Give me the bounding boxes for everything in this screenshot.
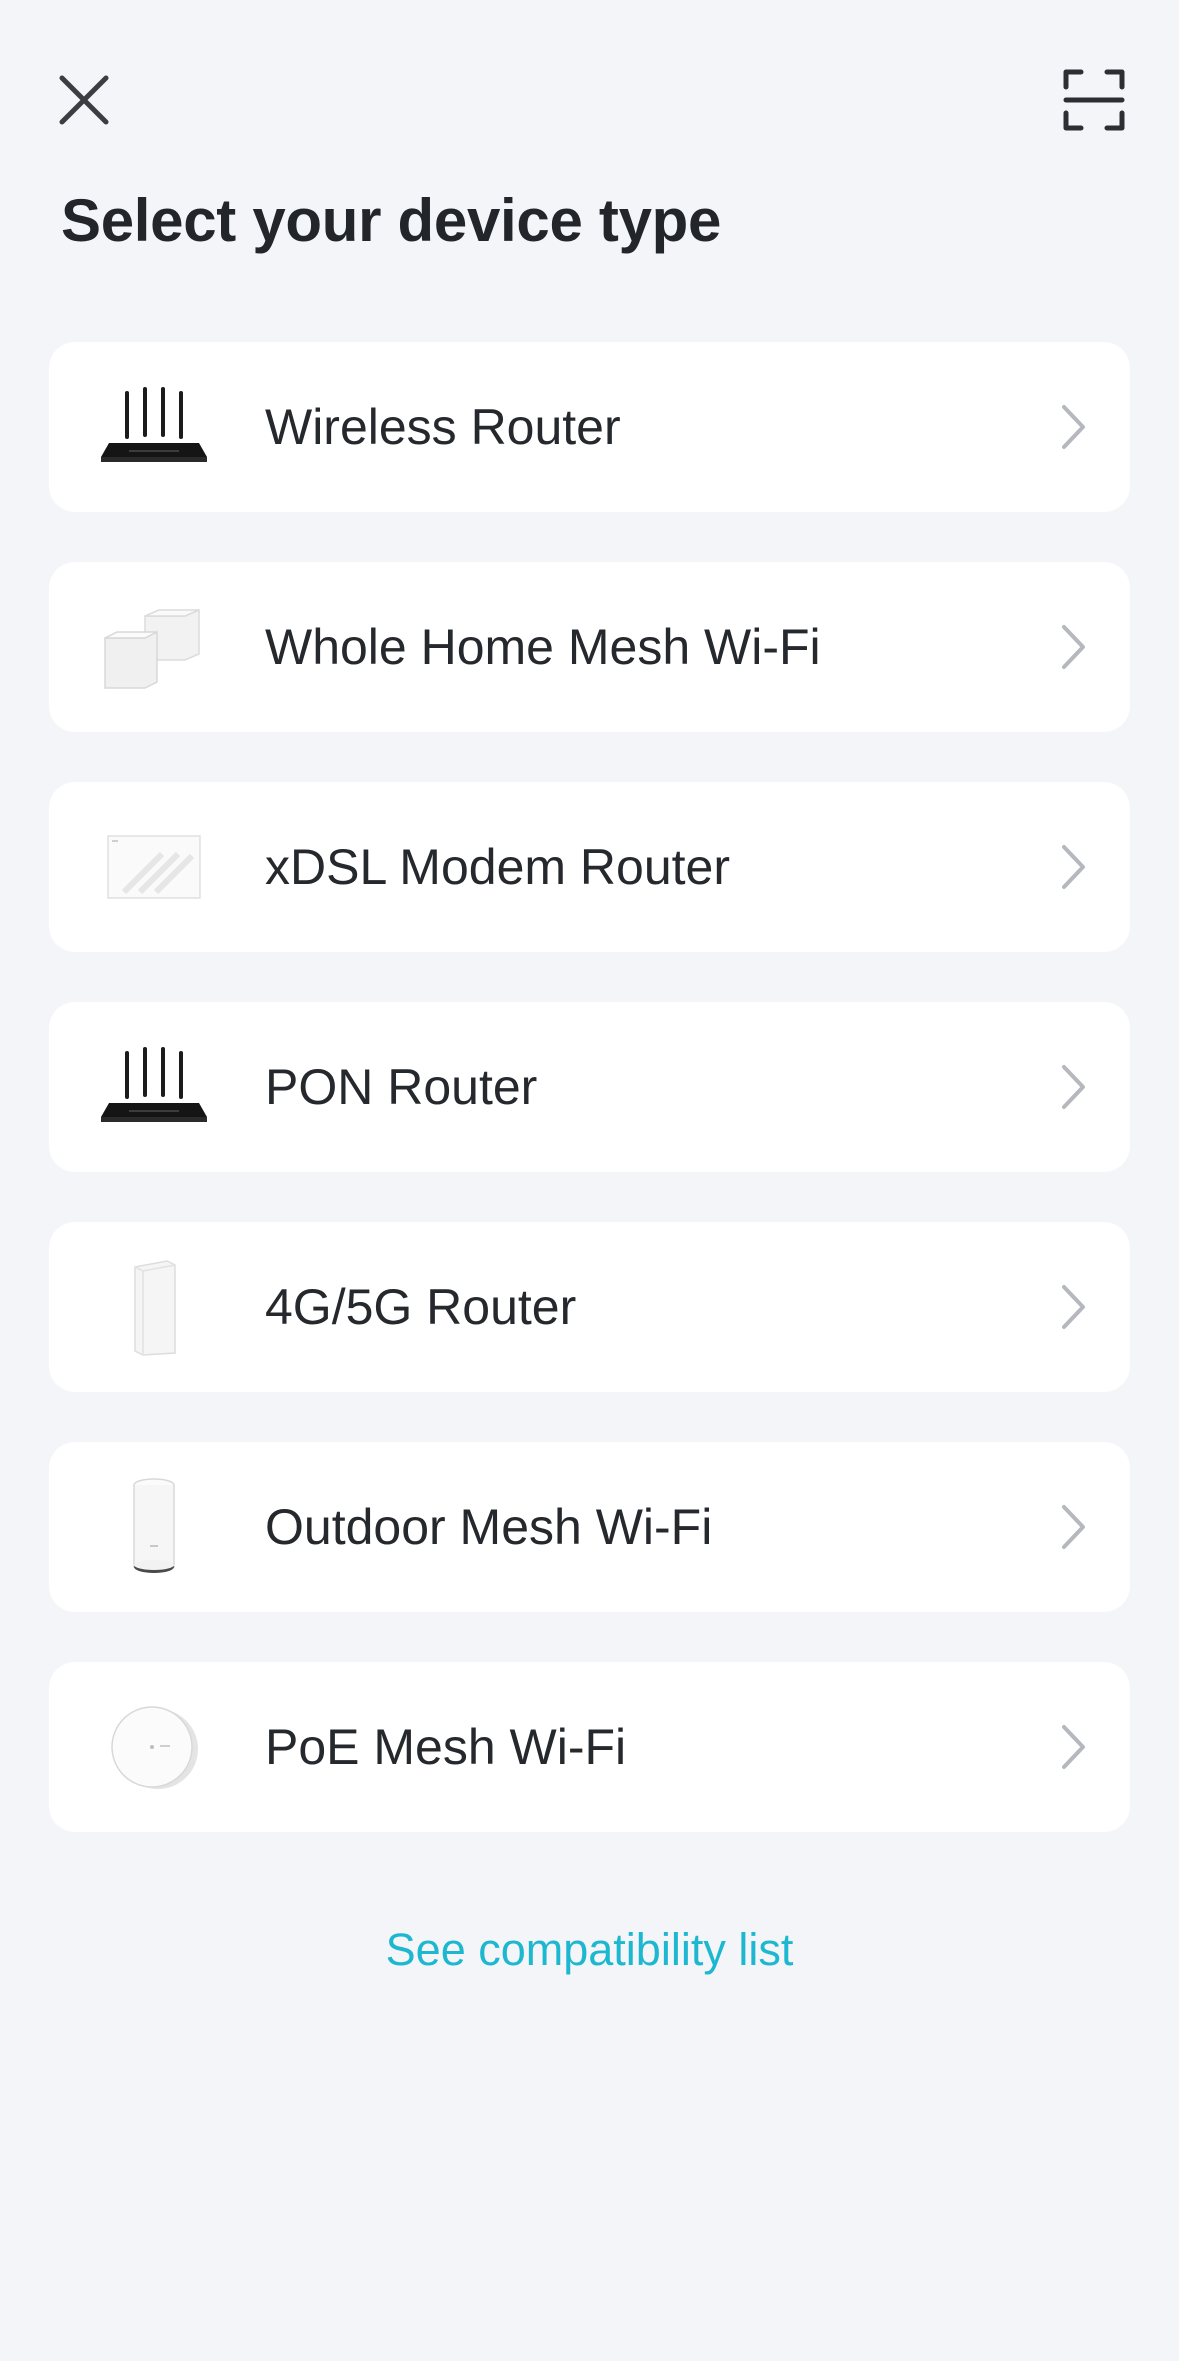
device-list: Wireless Router Whole Home Mesh Wi-Fi xD… <box>49 342 1130 1882</box>
chevron-right-icon <box>1054 617 1094 677</box>
wireless-router-icon <box>99 382 209 472</box>
chevron-right-icon <box>1054 1717 1094 1777</box>
device-item-pon-router[interactable]: PON Router <box>49 1002 1130 1172</box>
modem-router-icon <box>99 822 209 912</box>
chevron-right-icon <box>1054 1277 1094 1337</box>
scan-icon <box>1063 69 1125 131</box>
device-label: PoE Mesh Wi-Fi <box>265 1719 627 1775</box>
device-type-screen: Select your device type Wireless Router <box>0 0 1179 2361</box>
mesh-wifi-icon <box>99 602 209 692</box>
poe-mesh-icon <box>99 1702 209 1792</box>
pon-router-icon <box>99 1042 209 1132</box>
device-label: 4G/5G Router <box>265 1279 577 1335</box>
chevron-right-icon <box>1054 1497 1094 1557</box>
device-label: Wireless Router <box>265 399 621 455</box>
outdoor-mesh-icon <box>99 1478 209 1573</box>
scan-button[interactable] <box>1054 60 1134 140</box>
cellular-router-icon <box>99 1260 209 1356</box>
device-label: PON Router <box>265 1059 538 1115</box>
device-item-poe-mesh[interactable]: PoE Mesh Wi-Fi <box>49 1662 1130 1832</box>
close-button[interactable] <box>44 60 124 140</box>
compatibility-list-link[interactable]: See compatibility list <box>0 1920 1179 1980</box>
device-item-4g-5g-router[interactable]: 4G/5G Router <box>49 1222 1130 1392</box>
chevron-right-icon <box>1054 397 1094 457</box>
device-item-whole-home-mesh[interactable]: Whole Home Mesh Wi-Fi <box>49 562 1130 732</box>
device-label: xDSL Modem Router <box>265 839 730 895</box>
chevron-right-icon <box>1054 837 1094 897</box>
device-item-xdsl-modem-router[interactable]: xDSL Modem Router <box>49 782 1130 952</box>
close-icon <box>59 75 109 125</box>
device-item-outdoor-mesh[interactable]: Outdoor Mesh Wi-Fi <box>49 1442 1130 1612</box>
device-label: Outdoor Mesh Wi-Fi <box>265 1499 713 1555</box>
top-bar <box>0 0 1179 180</box>
page-title: Select your device type <box>61 187 722 254</box>
device-item-wireless-router[interactable]: Wireless Router <box>49 342 1130 512</box>
device-label: Whole Home Mesh Wi-Fi <box>265 619 821 675</box>
chevron-right-icon <box>1054 1057 1094 1117</box>
